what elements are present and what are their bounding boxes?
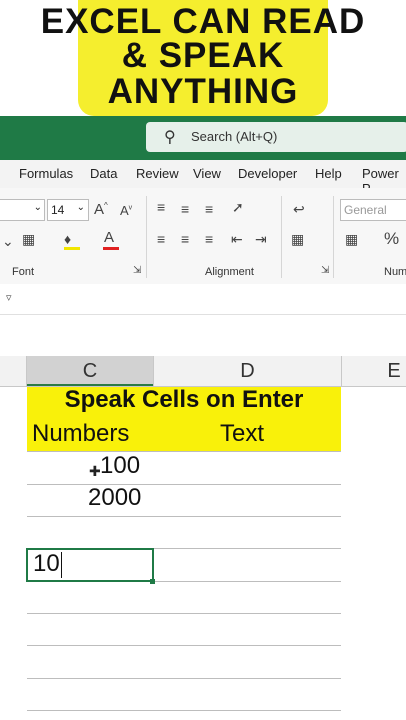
fill-color-icon[interactable]: ♦ xyxy=(64,231,71,247)
tab-developer[interactable]: Developer xyxy=(238,166,297,181)
active-cell-value[interactable]: 10 xyxy=(33,550,60,578)
cell-c-value[interactable]: 2000 xyxy=(88,484,141,512)
decrease-font-icon[interactable]: Av xyxy=(120,203,132,218)
align-left-icon[interactable]: ≡ xyxy=(157,231,165,247)
cell-cursor-icon: ✚ xyxy=(89,463,101,479)
tab-formulas[interactable]: Formulas xyxy=(19,166,73,181)
tab-review[interactable]: Review xyxy=(136,166,179,181)
tab-view[interactable]: View xyxy=(193,166,221,181)
orientation-icon[interactable]: ➚ xyxy=(232,199,244,216)
chevron-down-icon[interactable]: ⌄ xyxy=(2,233,14,250)
align-middle-icon[interactable]: ≡ xyxy=(181,201,189,217)
formula-bar[interactable] xyxy=(0,284,406,315)
wrap-text-icon[interactable]: ↩ xyxy=(293,201,305,218)
divider xyxy=(146,196,147,278)
decrease-indent-icon[interactable]: ⇤ xyxy=(231,231,243,248)
align-top-icon[interactable]: ≡ xyxy=(157,199,165,215)
number-format-dropdown[interactable]: General xyxy=(340,199,406,221)
align-center-icon[interactable]: ≡ xyxy=(181,231,189,247)
fill-color-swatch xyxy=(64,247,80,250)
banner-line-2: & SPEAK xyxy=(121,36,285,75)
accounting-format-icon[interactable]: ▦ xyxy=(345,231,358,248)
font-size-dropdown[interactable]: 14 ⌄ xyxy=(47,199,89,221)
row-gridline xyxy=(27,613,341,614)
banner-line-3: ANYTHING xyxy=(107,72,299,111)
font-group-label: Font xyxy=(12,266,35,278)
merge-center-icon[interactable]: ▦ xyxy=(291,231,304,248)
text-header-cell[interactable]: Text xyxy=(220,420,264,448)
fill-handle[interactable] xyxy=(150,579,155,584)
number-group-label: Num xyxy=(384,266,406,278)
row-gridline xyxy=(27,516,341,517)
percent-style-icon[interactable]: % xyxy=(384,229,399,249)
font-color-icon[interactable]: A xyxy=(104,229,114,246)
dialog-launcher-icon[interactable]: ⇲ xyxy=(321,265,329,276)
row-gridline xyxy=(27,484,341,485)
align-bottom-icon[interactable]: ≡ xyxy=(205,201,213,217)
search-icon: ⚲ xyxy=(164,129,176,146)
alignment-group-label: Alignment xyxy=(205,266,254,278)
increase-indent-icon[interactable]: ⇥ xyxy=(255,231,267,248)
dialog-launcher-icon[interactable]: ⇲ xyxy=(133,265,141,276)
tab-data[interactable]: Data xyxy=(90,166,117,181)
column-header-e[interactable]: E xyxy=(342,360,406,383)
blank-space xyxy=(0,315,406,355)
expand-icon[interactable]: ▿ xyxy=(6,291,12,304)
search-placeholder: Search (Alt+Q) xyxy=(191,129,278,144)
font-name-dropdown[interactable]: ⌄ xyxy=(0,199,45,221)
column-header-d[interactable]: D xyxy=(154,360,341,383)
divider xyxy=(281,196,282,278)
number-format-value: General xyxy=(344,203,387,217)
numbers-header-cell[interactable]: Numbers xyxy=(32,420,129,448)
increase-font-icon[interactable]: A^ xyxy=(94,201,108,218)
borders-icon[interactable]: ▦ xyxy=(22,231,35,248)
table-title[interactable]: Speak Cells on Enter xyxy=(27,386,341,414)
cell-c-value[interactable]: 100 xyxy=(100,452,140,480)
text-cursor xyxy=(61,552,62,578)
column-header-c[interactable]: C xyxy=(27,360,153,383)
font-size-value: 14 xyxy=(51,203,65,217)
chevron-down-icon: ⌄ xyxy=(76,202,85,213)
row-gridline xyxy=(27,710,341,711)
align-right-icon[interactable]: ≡ xyxy=(205,231,213,247)
row-gridline xyxy=(27,645,341,646)
row-gridline xyxy=(27,678,341,679)
divider xyxy=(333,196,334,278)
font-color-swatch xyxy=(103,247,119,250)
tab-help[interactable]: Help xyxy=(315,166,342,181)
row-gridline xyxy=(27,451,341,452)
